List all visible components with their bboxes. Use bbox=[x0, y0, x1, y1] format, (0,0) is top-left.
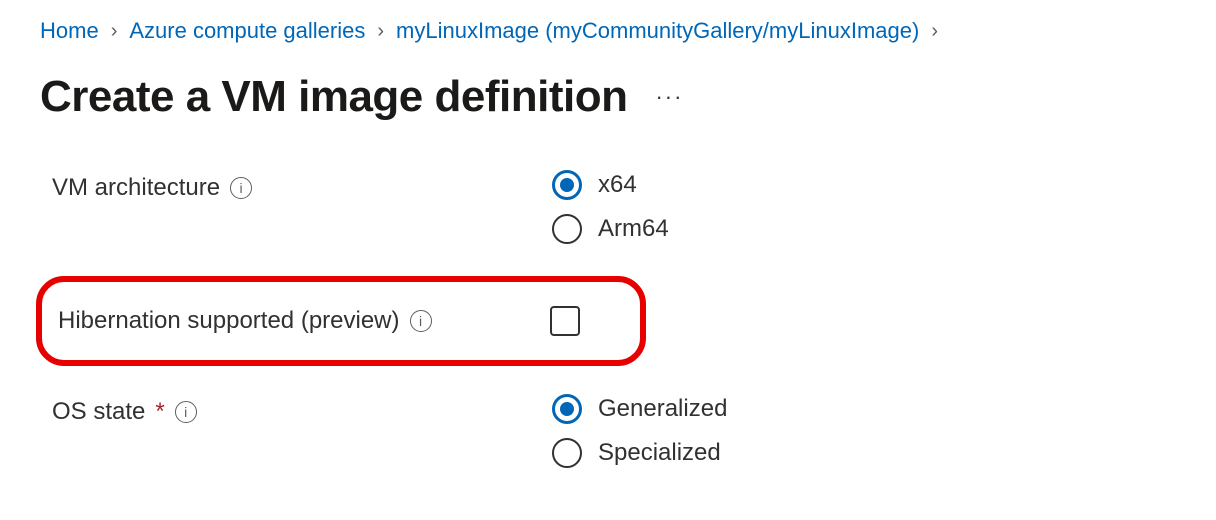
os-state-label: OS state bbox=[52, 398, 145, 426]
required-mark: * bbox=[155, 398, 164, 426]
breadcrumb-galleries[interactable]: Azure compute galleries bbox=[129, 18, 365, 44]
hibernation-checkbox[interactable] bbox=[550, 306, 580, 336]
chevron-icon: › bbox=[377, 20, 384, 43]
breadcrumb-home[interactable]: Home bbox=[40, 18, 99, 44]
radio-x64[interactable]: x64 bbox=[552, 170, 669, 200]
breadcrumb-image[interactable]: myLinuxImage (myCommunityGallery/myLinux… bbox=[396, 18, 919, 44]
chevron-icon: › bbox=[111, 20, 118, 43]
more-actions-button[interactable]: ··· bbox=[655, 84, 683, 110]
vm-architecture-label: VM architecture bbox=[52, 174, 220, 202]
radio-arm64[interactable]: Arm64 bbox=[552, 214, 669, 244]
radio-icon bbox=[552, 170, 582, 200]
radio-x64-label: x64 bbox=[598, 171, 637, 199]
radio-generalized-label: Generalized bbox=[598, 395, 727, 423]
info-icon[interactable]: i bbox=[410, 310, 432, 332]
page-title: Create a VM image definition bbox=[40, 72, 627, 122]
radio-specialized-label: Specialized bbox=[598, 439, 721, 467]
chevron-icon: › bbox=[931, 20, 938, 43]
radio-specialized[interactable]: Specialized bbox=[552, 438, 727, 468]
breadcrumb: Home › Azure compute galleries › myLinux… bbox=[40, 18, 1176, 44]
field-os-state: OS state * i Generalized Specialized bbox=[52, 394, 1176, 468]
radio-icon bbox=[552, 214, 582, 244]
radio-icon bbox=[552, 438, 582, 468]
info-icon[interactable]: i bbox=[230, 177, 252, 199]
hibernation-label: Hibernation supported (preview) bbox=[58, 307, 400, 335]
radio-arm64-label: Arm64 bbox=[598, 215, 669, 243]
info-icon[interactable]: i bbox=[175, 401, 197, 423]
field-vm-architecture: VM architecture i x64 Arm64 bbox=[52, 170, 1176, 244]
radio-generalized[interactable]: Generalized bbox=[552, 394, 727, 424]
field-hibernation-highlight: Hibernation supported (preview) i bbox=[36, 276, 646, 366]
form: VM architecture i x64 Arm64 Hibernation … bbox=[40, 170, 1176, 468]
radio-icon bbox=[552, 394, 582, 424]
